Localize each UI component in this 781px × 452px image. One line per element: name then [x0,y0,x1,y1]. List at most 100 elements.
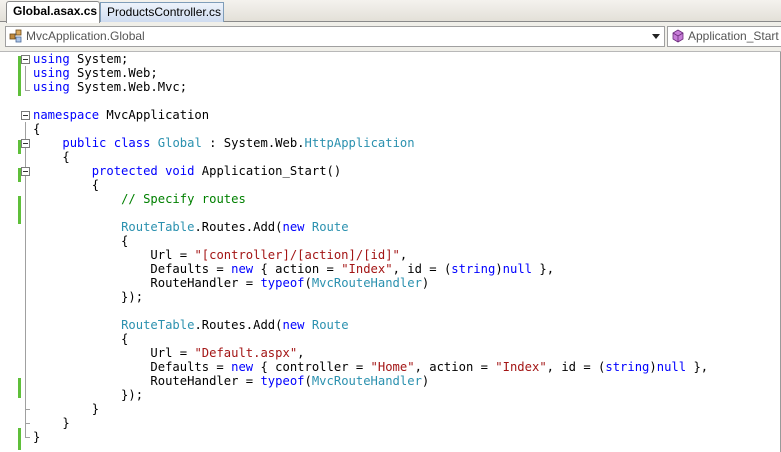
code-token: Route [311,220,349,234]
code-token: RouteHandler = [33,374,261,388]
code-text: Url = "[controller]/[action]/[id]", [33,248,407,262]
code-token: } [33,430,41,444]
code-line[interactable]: }); [0,290,781,304]
code-line[interactable] [0,304,781,318]
code-line[interactable]: using System; [0,52,781,66]
code-text: using System.Web; [33,66,158,80]
code-token: } [33,416,70,430]
code-token: , [399,248,408,262]
code-token: MvcRouteHandler [311,276,422,290]
code-line[interactable]: { [0,234,781,248]
code-text: Defaults = new { controller = "Home", ac… [33,360,708,374]
code-line[interactable]: } [0,430,781,444]
code-token: { [33,178,100,192]
code-line[interactable]: Url = "[controller]/[action]/[id]", [0,248,781,262]
document-tab-strip: Global.asax.cs ProductsController.cs [0,0,781,23]
code-token: Application_Start() [194,164,342,178]
code-line[interactable]: } [0,402,781,416]
code-text: RouteTable.Routes.Add(new Route [33,318,349,332]
code-token: ) [495,262,503,276]
code-text: using System.Web.Mvc; [33,80,187,94]
code-token: { [33,234,129,248]
code-token: "Default.aspx" [194,346,298,360]
code-line[interactable] [0,206,781,220]
code-text: { [33,332,128,346]
code-token: typeof [260,374,305,388]
code-token: null [502,262,533,276]
code-token: MvcApplication [99,108,210,122]
code-text: RouteHandler = typeof(MvcRouteHandler) [33,276,429,290]
code-line[interactable]: using System.Web.Mvc; [0,80,781,94]
member-combo[interactable]: Application_Start [667,26,781,47]
code-line[interactable]: }); [0,388,781,402]
code-token: Route [311,318,349,332]
code-token: ) [421,276,430,290]
code-line[interactable]: RouteTable.Routes.Add(new Route [0,220,781,234]
code-editor[interactable]: using System; using System.Web; using Syst… [0,52,781,452]
code-line[interactable]: Defaults = new { controller = "Home", ac… [0,360,781,374]
code-token: { controller = [253,360,371,374]
code-text: { [33,122,40,136]
code-token: void [165,164,195,178]
code-line[interactable]: { [0,150,781,164]
code-token: namespace [33,108,100,122]
navigation-bar: MvcApplication.Global Application_Start [0,22,781,52]
code-token: public [62,136,107,150]
code-token: string [605,360,650,374]
tab-global-asax-cs[interactable]: Global.asax.cs [6,1,100,23]
code-line[interactable]: RouteHandler = typeof(MvcRouteHandler) [0,374,781,388]
code-token: using [33,80,70,94]
code-token: { action = [253,262,342,276]
code-token: : System.Web. [201,136,305,150]
tab-products-controller-cs[interactable]: ProductsController.cs [100,2,224,22]
code-line[interactable]: { [0,332,781,346]
code-line[interactable]: Defaults = new { action = "Index", id = … [0,262,781,276]
code-token: ) [649,360,657,374]
code-line[interactable]: protected void Application_Start() [0,164,781,178]
code-token: Defaults = [33,262,232,276]
code-line[interactable]: public class Global : System.Web.HttpApp… [0,136,781,150]
code-line[interactable]: RouteTable.Routes.Add(new Route [0,318,781,332]
code-line[interactable] [0,94,781,108]
code-line[interactable]: { [0,178,781,192]
code-token: RouteHandler = [33,276,261,290]
code-token: "Index" [495,360,547,374]
code-token: }); [33,388,144,402]
code-token: , id = ( [546,360,606,374]
type-combo[interactable]: MvcApplication.Global [5,26,665,47]
code-token: new [282,220,305,234]
code-line[interactable]: RouteHandler = typeof(MvcRouteHandler) [0,276,781,290]
code-token: { [33,150,70,164]
code-token: MvcRouteHandler [311,374,422,388]
code-token: ( [304,374,312,388]
code-token: using [33,52,70,66]
code-token: ) [421,374,430,388]
member-combo-value: Application_Start [688,29,779,43]
chevron-down-icon[interactable] [652,34,660,39]
code-line[interactable]: Url = "Default.aspx", [0,346,781,360]
method-icon [672,29,684,43]
code-line[interactable]: using System.Web; [0,66,781,80]
code-text: }); [33,290,143,304]
code-text: } [33,430,40,444]
code-line[interactable]: { [0,122,781,136]
type-combo-value: MvcApplication.Global [26,29,145,43]
code-token: , [297,346,305,360]
code-token: // Specify routes [121,192,246,206]
code-line[interactable]: namespace MvcApplication [0,108,781,122]
code-token: HttpApplication [304,136,415,150]
code-token: RouteTable [121,318,195,332]
code-token: Defaults = [33,360,232,374]
code-token: new [231,360,254,374]
code-line[interactable]: } [0,416,781,430]
code-text: { [33,178,99,192]
code-token: } [33,402,100,416]
code-token: { [33,122,41,136]
code-line[interactable]: // Specify routes [0,192,781,206]
